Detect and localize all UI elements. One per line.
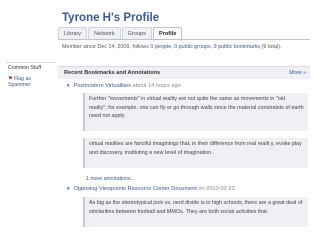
people-link[interactable]: 0 people bbox=[150, 44, 171, 50]
collapse-triangle-icon[interactable]: ▼ bbox=[66, 186, 70, 191]
bookmark-timestamp: about 14 hours ago bbox=[132, 83, 181, 89]
recent-bookmarks-header: Recent Bookmarks and Annotations More » bbox=[58, 66, 310, 79]
common-stuff-link[interactable]: Common Stuff bbox=[8, 65, 41, 71]
annotation-quote: virtual realities are fanciful imagining… bbox=[83, 138, 308, 168]
more-annotations-link[interactable]: 1 more annotations... bbox=[86, 176, 135, 182]
bookmark-item-1: ▼ Postmodern Virtualities about 14 hours … bbox=[66, 83, 181, 89]
profile-tabs: Library Network Groups Profile bbox=[58, 27, 183, 41]
bookmark-item-2: ▼ Opposing Viewpoints Resource Center Doc… bbox=[66, 186, 235, 192]
bookmark-timestamp: on 2010-02-23 bbox=[198, 186, 235, 192]
member-sep-1: , bbox=[171, 44, 173, 50]
flag-as-spammer-link[interactable]: ⚑Flag as Spammer bbox=[8, 76, 31, 88]
public-groups-link[interactable]: 0 public groups bbox=[174, 44, 211, 50]
annotation-quote: As big as the stereotypical jock vs. ner… bbox=[83, 197, 308, 227]
tab-divider bbox=[58, 39, 310, 40]
member-summary: Member since Dec 14, 2009, follows 0 peo… bbox=[62, 44, 281, 50]
section-heading: Recent Bookmarks and Annotations bbox=[64, 70, 161, 76]
member-since-text: Member since Dec 14, 2009, follows bbox=[62, 44, 149, 50]
profile-title-suffix: 's Profile bbox=[111, 12, 160, 24]
bookmark-title-link[interactable]: Postmodern Virtualities bbox=[73, 83, 130, 89]
more-link[interactable]: More » bbox=[289, 70, 306, 76]
annotation-quote: Further "movements" in virtual reality a… bbox=[83, 93, 308, 131]
collapse-triangle-icon[interactable]: ▼ bbox=[66, 83, 70, 88]
flag-line-2: Spammer bbox=[8, 82, 31, 88]
public-bookmarks-link[interactable]: 9 public bookmarks bbox=[214, 44, 260, 50]
profile-name[interactable]: Tyrone H bbox=[62, 12, 111, 24]
sidebar-divider bbox=[6, 62, 56, 63]
profile-page: Tyrone H's Profile Library Network Group… bbox=[0, 0, 320, 240]
page-title: Tyrone H's Profile bbox=[62, 12, 159, 24]
bookmark-title-link[interactable]: Opposing Viewpoints Resource Center Docu… bbox=[73, 186, 196, 192]
member-total-text: (9 total). bbox=[261, 44, 282, 50]
member-sep-2: , bbox=[210, 44, 213, 50]
